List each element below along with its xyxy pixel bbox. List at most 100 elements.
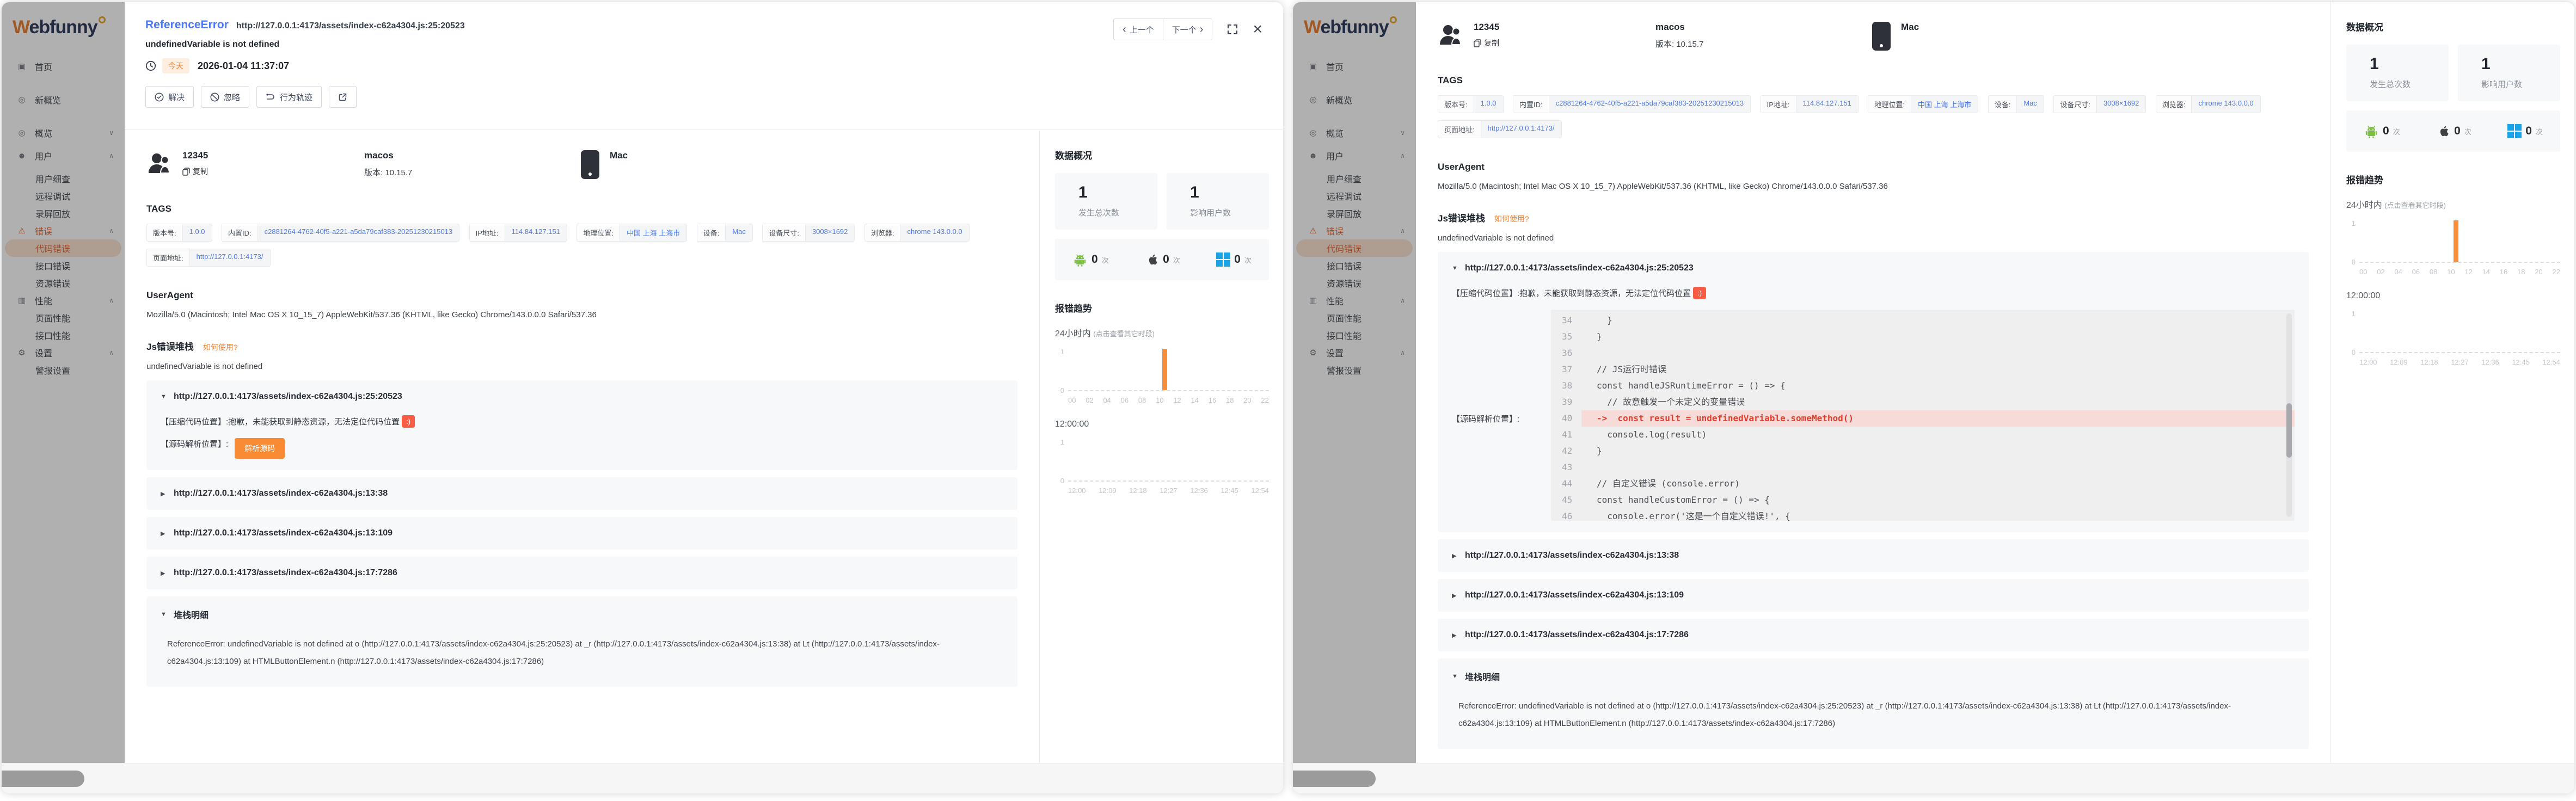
user-info-row: 12345 复制 macos 版本: 10.15.7 Mac [146,150,1017,179]
hour-ticks: 000204060810121416182022 [1068,396,1269,404]
user-os: macos [364,150,581,161]
howto-link[interactable]: 如何使用? [203,342,238,353]
source-code-block[interactable]: 34 } 35} 36 [1551,310,2295,521]
howto-link[interactable]: 如何使用? [1494,213,1529,224]
trend-chart-minute: 10 [1055,438,1269,482]
error-type-link[interactable]: ReferenceError [145,19,229,32]
stack-detail-frame: ▼ 堆栈明细 ReferenceError: undefinedVariable… [146,596,1017,687]
caret-right-icon: ▶ [161,570,174,577]
smiley-badge: :) [1693,287,1706,299]
scrollbar-thumb[interactable] [1293,771,1376,787]
android-count: 0次 [1072,252,1109,267]
stack-frame-3[interactable]: ▶http://127.0.0.1:4173/assets/index-c62a… [1438,619,2309,651]
close-drawer-button[interactable]: × [1253,21,1262,38]
data-overview-aside: 数据概况 1 发生总次数 1 影响用户数 0次 [2331,2,2574,763]
caret-down-icon: ▼ [1452,265,1465,272]
stack-detail-toggle[interactable]: ▼ 堆栈明细 [1452,670,2295,683]
copy-icon [1474,39,1481,47]
tag-pill: 版本号: 1.0.0 [146,224,212,242]
minute-ticks: 12:0012:0912:1812:2712:3612:4512:54 [1068,486,1269,495]
device-label: Mac [1901,22,1919,33]
user-avatar-icon [1438,22,1464,48]
code-line: 40-> const result = undefinedVariable.so… [1551,410,2295,427]
device-icon [581,150,599,179]
device-icon [1872,22,1891,51]
stack-frame-3[interactable]: ▶http://127.0.0.1:4173/assets/index-c62a… [146,557,1017,589]
error-detail-main: 12345 复制 macos 版本: 10.15.7 Mac [1416,2,2330,763]
copy-user-id[interactable]: 复制 [1474,38,1499,48]
windows-icon [1216,252,1230,267]
minute-ticks: 12:0012:0912:1812:2712:3612:4512:54 [2359,358,2560,366]
copy-user-id[interactable]: 复制 [182,166,208,177]
prev-error-button[interactable]: ‹ 上一个 [1113,19,1163,40]
useragent-value: Mozilla/5.0 (Macintosh; Intel Mac OS X 1… [146,310,1017,319]
stack-frame-1[interactable]: ▶http://127.0.0.1:4173/assets/index-c62a… [146,477,1017,510]
error-header: ReferenceError http://127.0.0.1:4173/ass… [125,2,1283,130]
stack-frame-1[interactable]: ▶http://127.0.0.1:4173/assets/index-c62a… [1438,539,2309,572]
stack-frame-toggle[interactable]: ▼ http://127.0.0.1:4173/assets/index-c62… [161,392,1003,402]
code-line: 42} [1551,443,2295,459]
useragent-value: Mozilla/5.0 (Macintosh; Intel Mac OS X 1… [1438,182,2309,191]
apple-icon [1145,252,1159,267]
behavior-trace-button[interactable]: 行为轨迹 [256,86,322,108]
line-number: 38 [1551,378,1581,394]
code-line: 43 [1551,459,2295,476]
trend-bar[interactable] [1162,349,1167,390]
code-line: 35} [1551,329,2295,345]
trend-bar[interactable] [2454,220,2458,262]
code-scrollbar-thumb[interactable] [2286,403,2292,458]
android-icon [2364,124,2379,139]
trend-range[interactable]: 24小时内 (点击查看其它时段) [1055,326,1269,339]
stack-frame-toggle[interactable]: ▼ http://127.0.0.1:4173/assets/index-c62… [1452,263,2295,273]
trend-title: 报错趋势 [1055,301,1269,315]
tag-pill: 页面地址: http://127.0.0.1:4173/ [1438,120,1562,138]
scrollbar-thumb[interactable] [2,771,84,787]
stack-detail-text: ReferenceError: undefinedVariable is not… [1458,698,2289,733]
trend-range[interactable]: 24小时内 (点击查看其它时段) [2346,198,2560,211]
code-scrollbar[interactable] [2286,313,2292,517]
windows-count: 0次 [1216,252,1252,267]
line-number: 34 [1551,312,1581,329]
horizontal-scrollbar[interactable] [2,763,1283,793]
js-stack-title: Js错误堆栈 [1438,211,1485,224]
close-icon: × [1253,20,1262,38]
code-line: 34 } [1551,312,2295,329]
next-error-button[interactable]: 下一个 › [1163,19,1213,40]
windows-icon [2507,124,2522,138]
open-external-button[interactable] [329,86,357,108]
stack-frame-2[interactable]: ▶http://127.0.0.1:4173/assets/index-c62a… [1438,579,2309,612]
user-os: macos [1655,22,1872,33]
stack-frame-2[interactable]: ▶http://127.0.0.1:4173/assets/index-c62a… [146,517,1017,550]
today-badge: 今天 [162,58,189,73]
parse-source-button[interactable]: 解析源码 [235,438,285,459]
useragent-title: UserAgent [1438,162,2309,172]
ignore-button[interactable]: 忽略 [201,86,249,108]
horizontal-scrollbar[interactable] [1293,763,2574,793]
trace-path-icon [266,93,275,101]
line-number: 40 [1551,410,1581,427]
screenshot-panel-right: Webfunny ▣ 首页 ◎ 新概览 ◎ 概览 ∨ [1293,2,2574,793]
fullscreen-button[interactable] [1226,23,1238,35]
external-link-icon [338,93,347,102]
check-circle-icon [155,93,164,102]
copy-icon [182,168,190,176]
trend-sub-label: 12:00:00 [2346,291,2560,301]
stack-detail-toggle[interactable]: ▼ 堆栈明细 [161,608,1003,621]
line-number: 43 [1551,459,1581,476]
windows-count: 0次 [2507,124,2543,138]
overview-title: 数据概况 [2346,20,2560,33]
hour-ticks: 000204060810121416182022 [2359,268,2560,276]
code-line: 36 [1551,345,2295,361]
tags-title: TAGS [146,204,1017,214]
resolve-button[interactable]: 解决 [145,86,194,108]
os-counts-row: 0次 0次 0次 [2346,110,2560,152]
error-source-url: http://127.0.0.1:4173/assets/index-c62a4… [236,21,465,31]
user-id: 12345 [182,150,364,161]
tags-list: 版本号: 1.0.0 内置ID: c2881264-4762-40f5-a221… [146,224,1017,274]
line-number: 37 [1551,361,1581,378]
stack-message: undefinedVariable is not defined [146,362,1017,371]
affected-users-box: 1 影响用户数 [2458,45,2560,101]
device-label: Mac [610,150,628,161]
code-line: 39 // 故意触发一个未定义的变量错误 [1551,394,2295,410]
tag-pill: 页面地址: http://127.0.0.1:4173/ [146,249,271,267]
